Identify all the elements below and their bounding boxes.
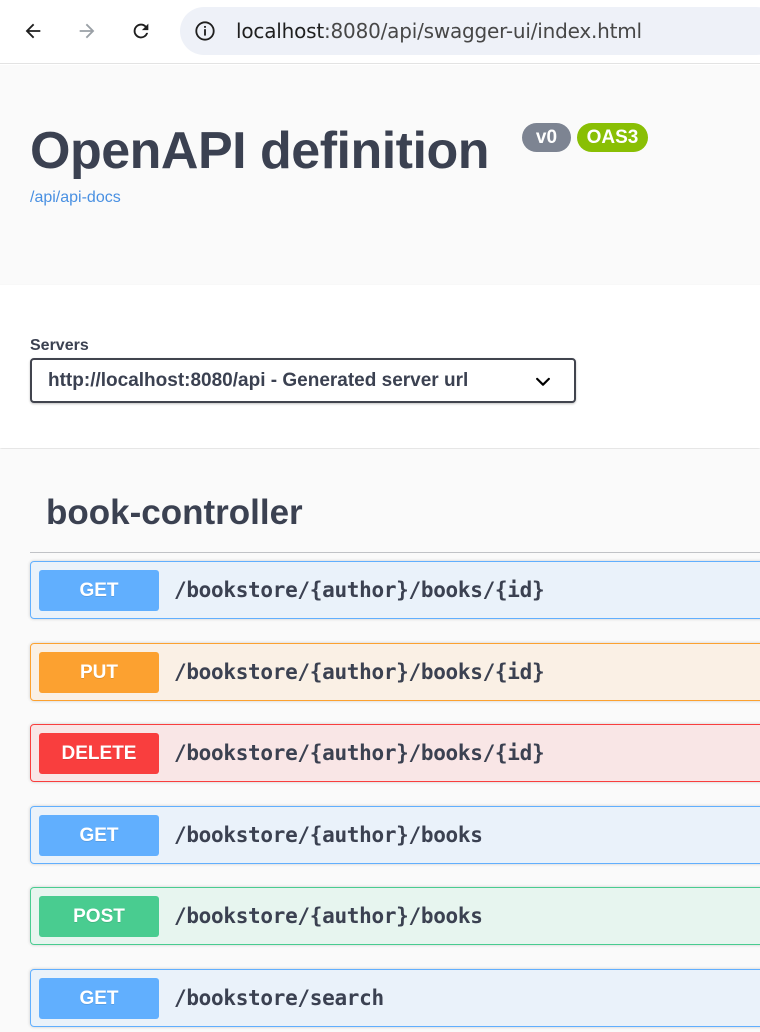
opblock-get-search[interactable]: GET /bookstore/search [30,969,760,1027]
operation-path: /bookstore/{author}/books/{id} [174,578,545,602]
browser-toolbar: localhost:8080/api/swagger-ui/index.html [0,0,760,64]
api-docs-link[interactable]: /api/api-docs [30,189,121,207]
version-badge: v0 [522,123,571,152]
forward-arrow-icon [79,23,95,39]
reload-button[interactable] [123,13,159,49]
operation-path: /bookstore/{author}/books/{id} [174,741,545,765]
address-bar[interactable]: localhost:8080/api/swagger-ui/index.html [180,7,760,55]
servers-section: Servers http://localhost:8080/api - Gene… [0,285,760,448]
server-select[interactable]: http://localhost:8080/api - Generated se… [30,358,576,403]
tag-header[interactable]: book-controller [30,449,760,553]
url-text: localhost:8080/api/swagger-ui/index.html [236,19,642,43]
operation-path: /bookstore/{author}/books/{id} [174,660,545,684]
method-badge: DELETE [39,733,159,774]
opblock-delete-book[interactable]: DELETE /bookstore/{author}/books/{id} [30,724,760,782]
back-arrow-icon [25,23,41,39]
oas-badge: OAS3 [577,123,648,152]
method-badge: POST [39,896,159,937]
operation-path: /bookstore/{author}/books [174,823,483,847]
operation-path: /bookstore/search [174,986,384,1010]
opblock-get-book-by-id[interactable]: GET /bookstore/{author}/books/{id} [30,561,760,619]
url-host: localhost [236,19,324,43]
opblock-post-book[interactable]: POST /bookstore/{author}/books [30,887,760,945]
reload-icon [133,23,149,39]
opblock-put-book[interactable]: PUT /bookstore/{author}/books/{id} [30,643,760,701]
server-selected-value: http://localhost:8080/api - Generated se… [48,370,469,391]
method-badge: GET [39,978,159,1019]
operation-path: /bookstore/{author}/books [174,904,483,928]
chevron-down-icon [536,377,550,386]
page-title: OpenAPI definition [30,122,489,180]
method-badge: GET [39,815,159,856]
info-icon[interactable] [194,20,216,42]
back-button[interactable] [15,13,51,49]
operations-section: book-controller GET /bookstore/{author}/… [0,449,760,1032]
url-path: :8080/api/swagger-ui/index.html [323,19,642,43]
api-info: OpenAPI definition v0 OAS3 /api/api-docs [0,65,760,285]
servers-label: Servers [30,337,89,354]
forward-button[interactable] [69,13,105,49]
opblock-get-books[interactable]: GET /bookstore/{author}/books [30,806,760,864]
method-badge: GET [39,570,159,611]
tag-name: book-controller [46,493,303,532]
method-badge: PUT [39,652,159,693]
